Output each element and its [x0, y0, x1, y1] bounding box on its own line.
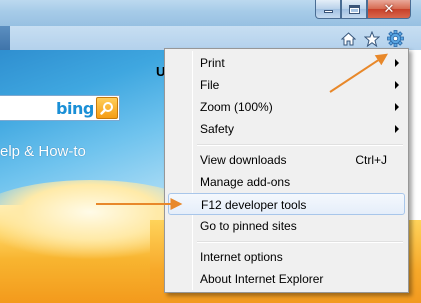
tools-button[interactable]: [387, 30, 404, 47]
favorites-star-icon: [363, 30, 380, 47]
tab-strip-edge: [0, 26, 10, 50]
tools-gear-icon: [387, 30, 404, 47]
menu-item-label: About Internet Explorer: [200, 272, 324, 286]
menu-item-label: Internet options: [200, 250, 283, 264]
help-link[interactable]: elp & How-to: [0, 143, 86, 160]
tools-menu: Print File Zoom (100%) Safety View downl…: [164, 48, 409, 293]
menu-item-label: Zoom (100%): [200, 100, 273, 114]
minimize-icon: [323, 10, 333, 13]
menu-separator: [197, 144, 403, 146]
menu-separator: [197, 241, 403, 243]
submenu-arrow-icon: [395, 59, 399, 67]
title-bar: ✕: [0, 0, 421, 26]
menu-item-safety[interactable]: Safety: [168, 118, 405, 140]
bing-search-box[interactable]: bing: [0, 95, 120, 121]
bing-logo: bing: [56, 99, 94, 118]
menu-item-label: Manage add-ons: [200, 175, 291, 189]
maximize-icon: [348, 4, 360, 14]
close-button[interactable]: ✕: [367, 0, 411, 19]
menu-item-f12-developer-tools[interactable]: F12 developer tools: [168, 193, 405, 215]
close-icon: ✕: [383, 1, 395, 17]
menu-item-label: F12 developer tools: [201, 198, 307, 212]
submenu-arrow-icon: [395, 81, 399, 89]
menu-item-print[interactable]: Print: [168, 52, 405, 74]
command-bar: [10, 26, 421, 50]
menu-item-label: File: [200, 78, 220, 92]
menu-item-shortcut: Ctrl+J: [355, 153, 387, 167]
submenu-arrow-icon: [395, 125, 399, 133]
menu-item-view-downloads[interactable]: View downloads Ctrl+J: [168, 149, 405, 171]
home-button[interactable]: [340, 30, 357, 47]
search-icon: [100, 102, 113, 115]
menu-item-label: View downloads: [200, 153, 287, 167]
menu-item-about-ie[interactable]: About Internet Explorer: [168, 268, 405, 290]
minimize-button[interactable]: [315, 0, 341, 19]
menu-item-pinned-sites[interactable]: Go to pinned sites: [168, 215, 405, 237]
submenu-arrow-icon: [395, 103, 399, 111]
window-controls: ✕: [315, 0, 411, 20]
home-icon: [341, 31, 356, 45]
maximize-button[interactable]: [341, 0, 367, 19]
menu-item-zoom[interactable]: Zoom (100%): [168, 96, 405, 118]
menu-item-manage-addons[interactable]: Manage add-ons: [168, 171, 405, 193]
search-button[interactable]: [96, 97, 118, 119]
menu-item-label: Print: [200, 56, 225, 70]
menu-item-file[interactable]: File: [168, 74, 405, 96]
menu-item-label: Go to pinned sites: [200, 219, 297, 233]
menu-item-internet-options[interactable]: Internet options: [168, 246, 405, 268]
favorites-button[interactable]: [363, 30, 380, 47]
menu-item-label: Safety: [200, 122, 235, 136]
